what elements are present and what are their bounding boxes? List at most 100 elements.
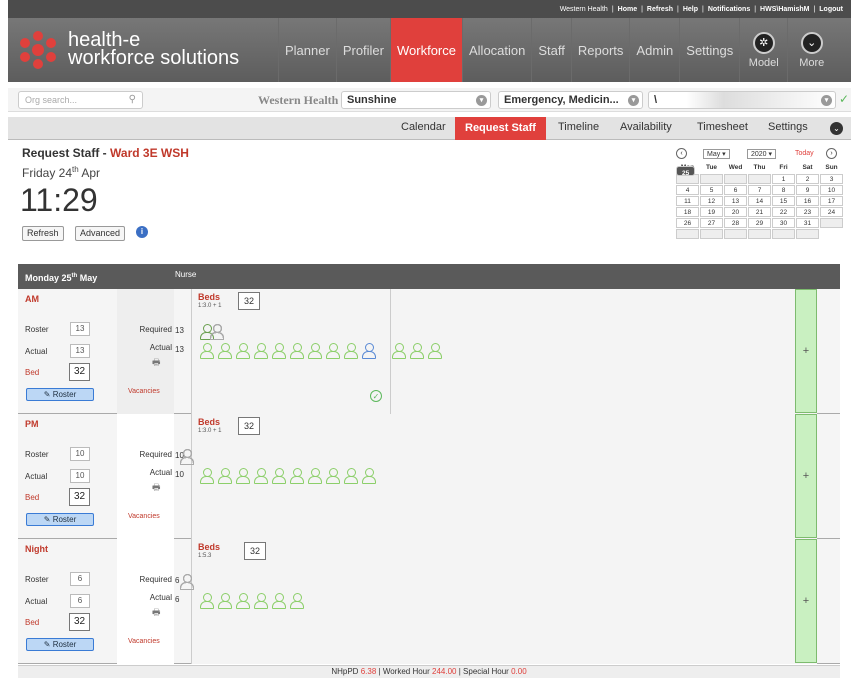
actual-nurse-icon[interactable] xyxy=(270,592,288,609)
actual-nurse-icon[interactable] xyxy=(234,342,252,359)
roster-button[interactable]: ✎ Roster xyxy=(26,513,94,526)
actual-nurse-icon[interactable] xyxy=(426,342,444,359)
calendar-day[interactable]: 20 xyxy=(724,207,747,217)
nav-staff[interactable]: Staff xyxy=(531,18,571,82)
beds-input[interactable]: 32 xyxy=(238,292,260,310)
calendar-day[interactable]: 12 xyxy=(700,196,723,206)
site-select[interactable]: Sunshine ▾ xyxy=(341,91,491,109)
actual-nurse-icon[interactable] xyxy=(324,342,342,359)
tab-request-staff[interactable]: Request Staff xyxy=(455,117,546,140)
printer-icon[interactable]: 🖶 xyxy=(152,480,161,496)
actual-nurse-icon[interactable] xyxy=(216,342,234,359)
home-link[interactable]: Home xyxy=(618,6,637,13)
calendar-day[interactable]: 24 xyxy=(820,207,843,217)
refresh-link[interactable]: Refresh xyxy=(647,6,673,13)
today-link[interactable]: Today xyxy=(795,150,814,157)
vacancies-link[interactable]: Vacancies xyxy=(128,638,160,645)
nav-admin[interactable]: Admin xyxy=(629,18,679,82)
month-select[interactable]: May ▾ xyxy=(703,149,730,159)
add-nurse-button[interactable]: + xyxy=(795,539,817,663)
actual-nurse-icon[interactable] xyxy=(342,467,360,484)
user-link[interactable]: HWS\HamishM xyxy=(760,6,809,13)
calendar-day[interactable]: 2 xyxy=(796,174,819,184)
org-search-input[interactable]: Org search... ⚲ xyxy=(18,91,143,109)
tab-timeline[interactable]: Timeline xyxy=(558,121,599,133)
calendar-day[interactable]: 29 xyxy=(748,218,771,228)
nav-reports[interactable]: Reports xyxy=(570,18,630,82)
calendar-day[interactable]: 7 xyxy=(748,185,771,195)
advanced-button[interactable]: Advanced xyxy=(75,226,126,241)
calendar-day[interactable]: 19 xyxy=(700,207,723,217)
actual-nurse-icon[interactable] xyxy=(288,467,306,484)
calendar-day[interactable]: 14 xyxy=(748,196,771,206)
calendar-day[interactable]: 3 xyxy=(820,174,843,184)
year-select[interactable]: 2020 ▾ xyxy=(747,149,777,159)
notifications-link[interactable]: Notifications xyxy=(708,6,750,13)
calendar-day[interactable]: 15 xyxy=(772,196,795,206)
beds-input[interactable]: 32 xyxy=(244,542,266,560)
actual-nurse-icon[interactable] xyxy=(390,342,408,359)
roster-button[interactable]: ✎ Roster xyxy=(26,638,94,651)
actual-nurse-icon[interactable] xyxy=(408,342,426,359)
actual-nurse-icon[interactable] xyxy=(216,467,234,484)
calendar-day[interactable]: 4 xyxy=(676,185,699,195)
tab-settings[interactable]: Settings xyxy=(768,121,808,133)
calendar-day[interactable]: 11 xyxy=(676,196,699,206)
nav-planner[interactable]: Planner xyxy=(278,18,336,82)
vacancies-link[interactable]: Vacancies xyxy=(128,388,160,395)
calendar-day[interactable]: 27 xyxy=(700,218,723,228)
calendar-day[interactable]: 23 xyxy=(796,207,819,217)
nav-more[interactable]: ⌄ More xyxy=(787,18,835,82)
logout-link[interactable]: Logout xyxy=(819,6,843,13)
calendar-day[interactable]: 25 xyxy=(676,166,696,176)
beds-input[interactable]: 32 xyxy=(238,417,260,435)
actual-nurse-icon[interactable] xyxy=(198,467,216,484)
actual-nurse-icon[interactable] xyxy=(198,592,216,609)
actual-nurse-icon[interactable] xyxy=(324,467,342,484)
actual-nurse-icon[interactable] xyxy=(342,342,360,359)
calendar-day[interactable]: 22 xyxy=(772,207,795,217)
tab-calendar[interactable]: Calendar xyxy=(401,121,446,133)
tab-timesheet[interactable]: Timesheet xyxy=(697,121,748,133)
calendar-day[interactable]: 30 xyxy=(772,218,795,228)
actual-nurse-icon[interactable] xyxy=(198,342,216,359)
calendar-day[interactable]: 28 xyxy=(724,218,747,228)
actual-nurse-icon[interactable] xyxy=(360,342,378,359)
calendar-day[interactable]: 1 xyxy=(772,174,795,184)
actual-nurse-icon[interactable] xyxy=(288,592,306,609)
calendar-day[interactable]: 13 xyxy=(724,196,747,206)
bed-count-input[interactable]: 32 xyxy=(69,488,90,506)
actual-nurse-icon[interactable] xyxy=(306,467,324,484)
chevron-down-icon[interactable]: ⌄ xyxy=(830,122,843,135)
actual-nurse-icon[interactable] xyxy=(252,592,270,609)
calendar-day[interactable]: 10 xyxy=(820,185,843,195)
actual-nurse-icon[interactable] xyxy=(270,467,288,484)
actual-nurse-icon[interactable] xyxy=(288,342,306,359)
nav-allocation[interactable]: Allocation xyxy=(462,18,531,82)
calendar-day[interactable]: 26 xyxy=(676,218,699,228)
add-nurse-button[interactable]: + xyxy=(795,289,817,413)
calendar-day[interactable]: 21 xyxy=(748,207,771,217)
tab-availability[interactable]: Availability xyxy=(620,121,672,133)
calendar-day[interactable]: 31 xyxy=(796,218,819,228)
calendar-day[interactable]: 5 xyxy=(700,185,723,195)
nav-settings[interactable]: Settings xyxy=(679,18,739,82)
actual-nurse-icon[interactable] xyxy=(360,467,378,484)
vacancies-link[interactable]: Vacancies xyxy=(128,513,160,520)
calendar-day[interactable]: 18 xyxy=(676,207,699,217)
nav-profiler[interactable]: Profiler xyxy=(335,18,390,82)
info-icon[interactable]: i xyxy=(136,226,148,238)
calendar-day[interactable]: 6 xyxy=(724,185,747,195)
actual-nurse-icon[interactable] xyxy=(252,467,270,484)
printer-icon[interactable]: 🖶 xyxy=(152,605,161,621)
nav-model[interactable]: ✲ Model xyxy=(739,18,787,82)
actual-nurse-icon[interactable] xyxy=(216,592,234,609)
unit-select[interactable]: Emergency, Medicin... ▾ xyxy=(498,91,643,109)
actual-nurse-icon[interactable] xyxy=(234,592,252,609)
ward-select[interactable]: \ ▾ xyxy=(648,91,836,109)
calendar-day[interactable]: 16 xyxy=(796,196,819,206)
actual-nurse-icon[interactable] xyxy=(270,342,288,359)
calendar-day[interactable]: 9 xyxy=(796,185,819,195)
chevron-left-icon[interactable]: ‹ xyxy=(676,148,687,159)
actual-nurse-icon[interactable] xyxy=(234,467,252,484)
